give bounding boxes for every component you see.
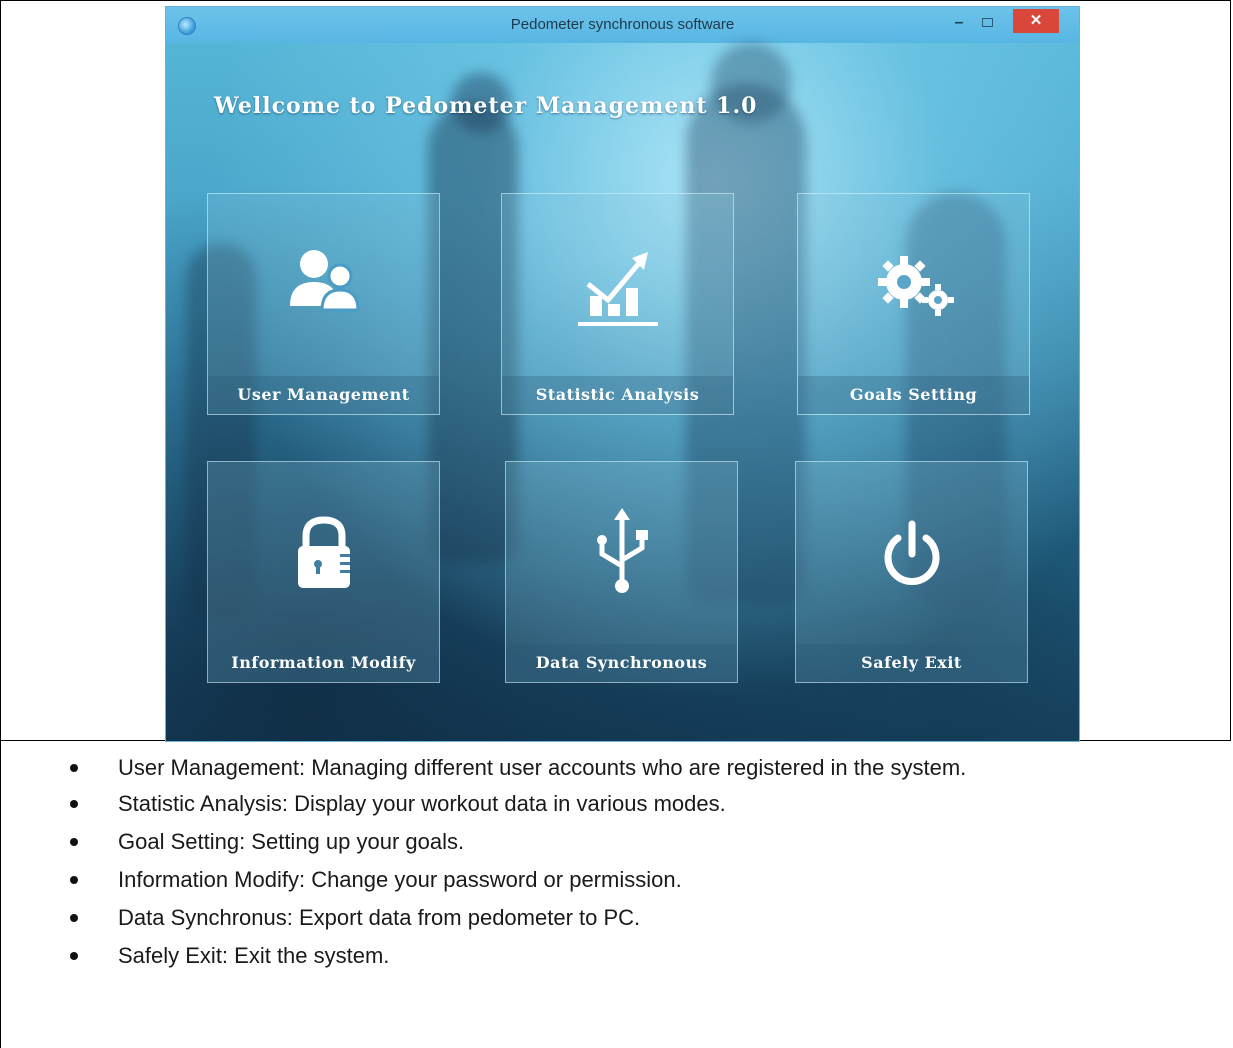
users-icon: [274, 234, 374, 334]
user-management-tile[interactable]: User Management: [207, 193, 440, 415]
table-border-left: [0, 0, 1, 1048]
table-border-right: [1230, 0, 1231, 740]
app-window: Pedometer synchronous software – ✕ Wellc…: [165, 6, 1080, 742]
list-item-text: Goal Setting: Setting up your goals.: [118, 829, 465, 854]
table-border-top: [0, 0, 1231, 1]
list-item-text: Safely Exit: Exit the system.: [118, 943, 390, 968]
main-panel: Wellcome to Pedometer Management 1.0 Use…: [166, 43, 1079, 741]
close-button[interactable]: ✕: [1013, 9, 1059, 33]
list-item-text: Information Modify: Change your password…: [118, 867, 682, 892]
title-bar[interactable]: Pedometer synchronous software – ✕: [166, 7, 1079, 43]
gears-icon: [864, 234, 964, 334]
list-item-text: User Management: Managing different user…: [118, 755, 967, 780]
window-title: Pedometer synchronous software: [510, 16, 735, 33]
bullet-icon: [70, 764, 78, 772]
tile-label: Statistic Analysis: [502, 376, 733, 414]
maximize-button[interactable]: [976, 13, 998, 33]
statistic-analysis-tile[interactable]: Statistic Analysis: [501, 193, 734, 415]
lock-icon: [274, 502, 374, 602]
information-modify-tile[interactable]: Information Modify: [207, 461, 440, 683]
tile-label: User Management: [208, 376, 439, 414]
bullet-icon: [70, 952, 78, 960]
data-synchronous-tile[interactable]: Data Synchronous: [505, 461, 738, 683]
usb-icon: [572, 502, 672, 602]
goals-setting-tile[interactable]: Goals Setting: [797, 193, 1030, 415]
bullet-icon: [70, 838, 78, 846]
tile-label: Information Modify: [208, 644, 439, 682]
bullet-icon: [70, 800, 78, 808]
safely-exit-tile[interactable]: Safely Exit: [795, 461, 1028, 683]
bullet-icon: [70, 914, 78, 922]
tile-label: Safely Exit: [796, 644, 1027, 682]
tile-label: Goals Setting: [798, 376, 1029, 414]
chart-icon: [568, 234, 668, 334]
power-icon: [862, 502, 962, 602]
list-item-text: Data Synchronus: Export data from pedome…: [118, 905, 641, 930]
list-item-text: Statistic Analysis: Display your workout…: [118, 791, 726, 816]
welcome-heading: Wellcome to Pedometer Management 1.0: [214, 93, 758, 119]
minimize-button[interactable]: –: [948, 13, 970, 33]
bullet-icon: [70, 876, 78, 884]
maximize-icon: [982, 18, 993, 27]
tile-label: Data Synchronous: [506, 644, 737, 682]
